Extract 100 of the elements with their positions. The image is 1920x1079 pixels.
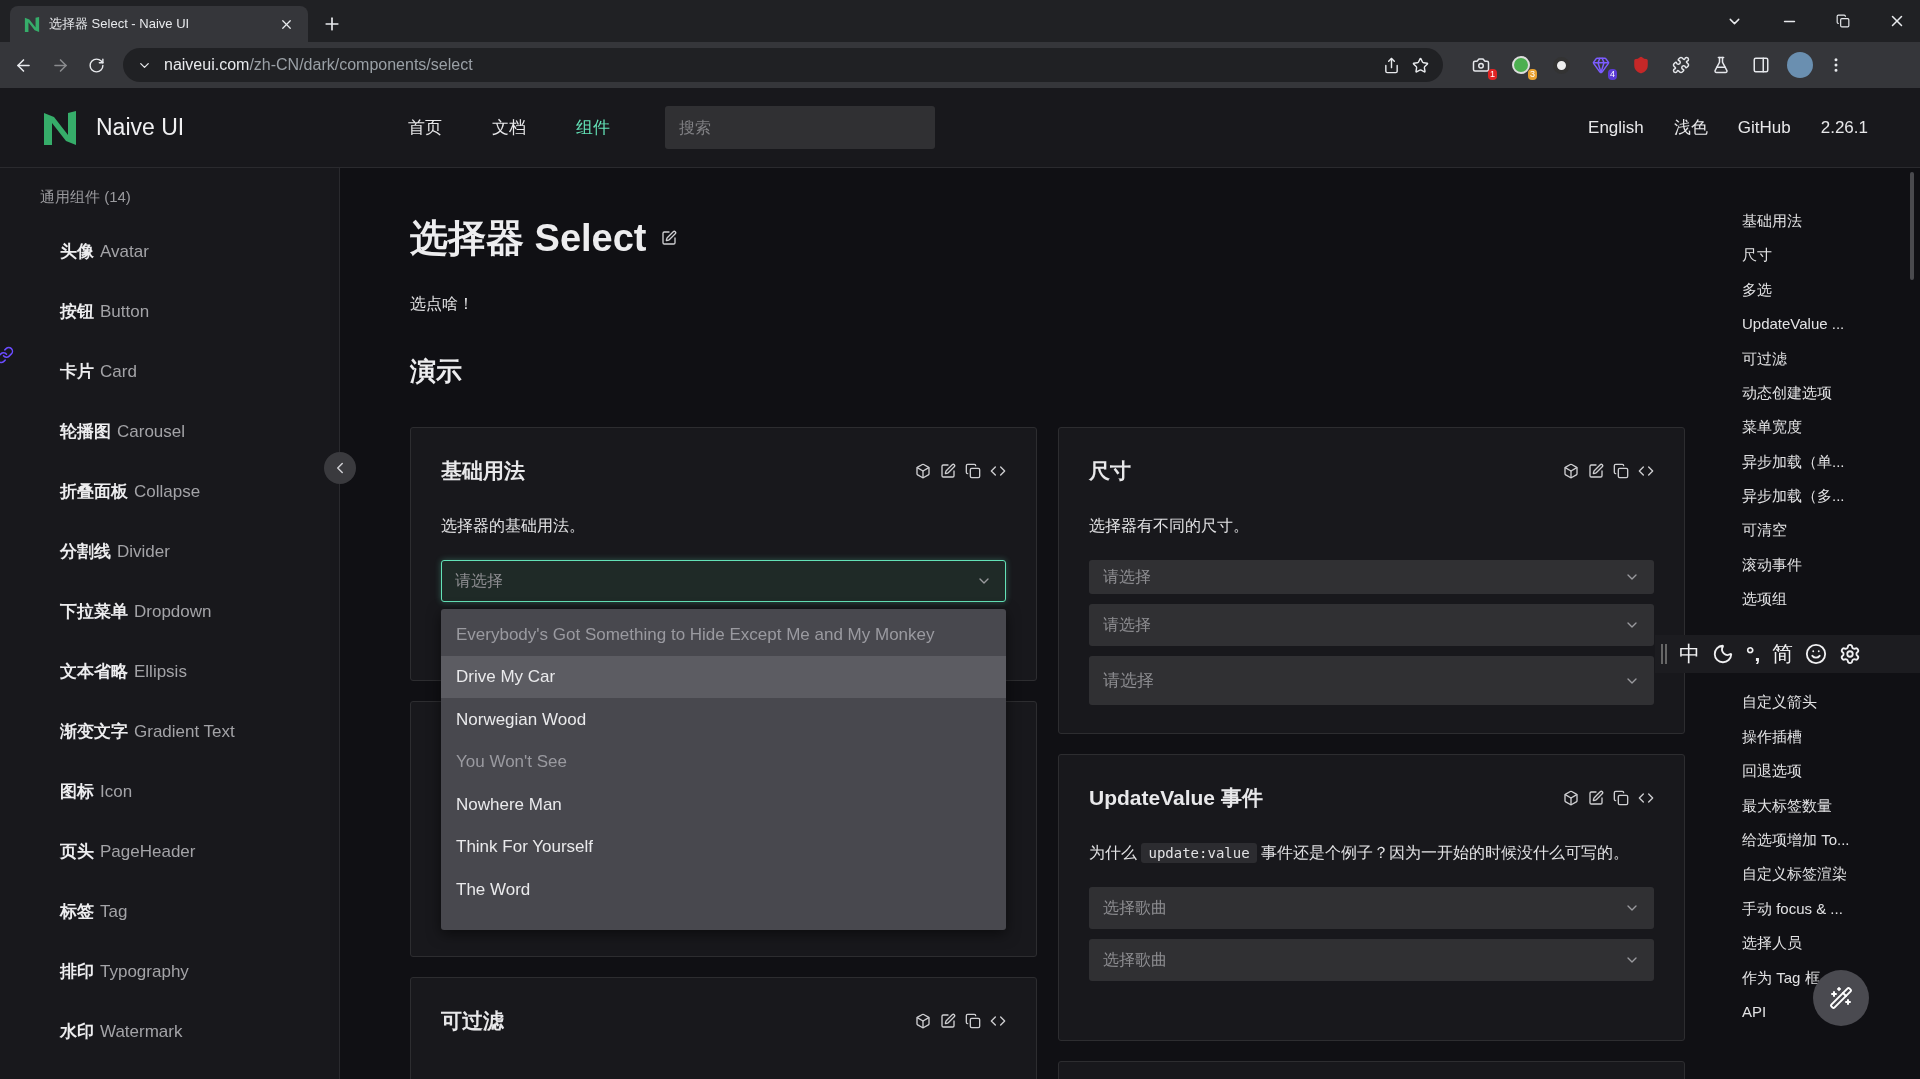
nav-link[interactable]: 组件 — [576, 114, 610, 141]
code-icon[interactable] — [1638, 790, 1654, 806]
ime-punctuation[interactable]: °, — [1746, 638, 1761, 670]
sidebar-item[interactable]: 下拉菜单 Dropdown — [0, 582, 339, 642]
toc-link[interactable]: 基础用法 — [1742, 204, 1920, 239]
camera-icon[interactable] — [1472, 56, 1490, 74]
toc-link[interactable]: 自定义标签渲染 — [1742, 857, 1920, 892]
dropdown-option[interactable]: The Word — [441, 868, 1006, 911]
profile-avatar[interactable] — [1787, 52, 1813, 78]
select-field[interactable]: 请选择 — [1089, 656, 1654, 705]
dropdown-option[interactable]: Nowhere Man — [441, 783, 1006, 826]
sidebar-item[interactable]: 轮播图 Carousel — [0, 402, 339, 462]
smiley-icon[interactable] — [1805, 643, 1828, 665]
ime-mode[interactable]: 中 — [1679, 638, 1700, 670]
toc-link[interactable]: 给选项增加 To... — [1742, 823, 1920, 858]
toc-link[interactable]: 异步加载（多... — [1742, 479, 1920, 514]
cube-icon[interactable] — [1563, 790, 1579, 806]
copy-icon[interactable] — [1613, 463, 1629, 479]
toc-link[interactable]: 作为 Tag 框 — [1742, 960, 1920, 995]
select-field[interactable]: 请选择 — [1089, 604, 1654, 646]
collapse-sidebar-button[interactable] — [324, 452, 356, 484]
toc-link[interactable]: API — [1742, 995, 1920, 1030]
toc-link[interactable]: 自定义箭头 — [1742, 685, 1920, 720]
edit-icon[interactable] — [940, 1013, 956, 1029]
code-icon[interactable] — [990, 463, 1006, 479]
header-link[interactable]: 2.26.1 — [1820, 114, 1868, 141]
toc-link[interactable]: 操作插槽 — [1742, 719, 1920, 755]
drag-handle-icon[interactable] — [1661, 644, 1667, 664]
sidebar-item[interactable]: 水印 Watermark — [0, 1002, 339, 1062]
page-intro: 选点啥！ — [410, 294, 475, 314]
copy-icon[interactable] — [965, 1013, 981, 1029]
puzzle-icon[interactable] — [1672, 56, 1690, 74]
toc-link[interactable]: 动态创建选项 — [1742, 375, 1920, 411]
sidebar-item[interactable]: 头像 Avatar — [0, 222, 339, 282]
cube-icon[interactable] — [915, 463, 931, 479]
toc-link[interactable]: 尺寸 — [1742, 238, 1920, 273]
gem-icon[interactable] — [1592, 56, 1610, 74]
restore-icon[interactable] — [1836, 14, 1850, 28]
cube-icon[interactable] — [1563, 463, 1579, 479]
star-icon[interactable] — [1412, 56, 1429, 74]
ime-script[interactable]: 简 — [1772, 638, 1794, 670]
edit-icon[interactable] — [1588, 790, 1604, 806]
toc-link[interactable]: 滚动事件 — [1742, 547, 1920, 583]
select-placeholder: 选择歌曲 — [1103, 898, 1167, 918]
link-icon[interactable] — [0, 346, 14, 364]
select-field[interactable]: 请选择 — [441, 560, 1006, 602]
copy-icon[interactable] — [965, 463, 981, 479]
moon-icon[interactable] — [1712, 643, 1734, 665]
toc-link[interactable]: 回退选项 — [1742, 754, 1920, 789]
select-placeholder: 请选择 — [455, 571, 503, 591]
sidebar-item[interactable]: 折叠面板 Collapse — [0, 462, 339, 522]
select-placeholder: 请选择 — [1103, 669, 1154, 692]
sidebar-item[interactable]: 排印 Typography — [0, 942, 339, 1002]
sidebar-item[interactable]: 分割线 Divider — [0, 522, 339, 582]
edit-icon[interactable] — [660, 230, 677, 246]
header-link[interactable]: 浅色 — [1673, 114, 1708, 141]
cube-icon[interactable] — [915, 1013, 931, 1029]
address-bar[interactable]: naiveui.com/zh-CN/dark/components/select — [123, 48, 1443, 82]
code-icon[interactable] — [1638, 463, 1654, 479]
sidebar-item[interactable]: 图标 Icon — [0, 762, 339, 822]
select-field[interactable]: 请选择 — [1089, 560, 1654, 594]
sidebar-item[interactable]: 文本省略 Ellipsis — [0, 642, 339, 702]
toc-link[interactable]: 最大标签数量 — [1742, 788, 1920, 824]
select-field[interactable]: 选择歌曲 — [1089, 939, 1654, 981]
flask-icon[interactable] — [1712, 56, 1730, 74]
select-placeholder: 请选择 — [1103, 567, 1151, 587]
toc-link[interactable]: 选项组 — [1742, 582, 1920, 617]
reload-icon[interactable] — [88, 56, 105, 74]
toc-link[interactable]: 异步加载（单... — [1742, 444, 1920, 480]
sidebar-item[interactable]: 页头 PageHeader — [0, 822, 339, 882]
nav-link[interactable]: 文档 — [492, 114, 526, 141]
settings-icon[interactable] — [1839, 643, 1862, 665]
toc-link[interactable]: 多选 — [1742, 272, 1920, 308]
sidebar-item[interactable]: 卡片 Card — [0, 342, 339, 402]
header-link[interactable]: English — [1588, 114, 1644, 141]
select-field[interactable]: 选择歌曲 — [1089, 887, 1654, 929]
sidebar-item[interactable]: 按钮 Button — [0, 282, 339, 342]
side-panel-icon[interactable] — [1752, 56, 1770, 74]
toc-link[interactable]: 手动 focus & ... — [1742, 891, 1920, 927]
share-icon[interactable] — [1383, 56, 1400, 74]
edit-icon[interactable] — [1588, 463, 1604, 479]
browser-tab[interactable]: 选择器 Select - Naive UI — [10, 6, 308, 42]
header-link[interactable]: GitHub — [1737, 114, 1791, 141]
dropdown-option[interactable]: Norwegian Wood — [441, 698, 1006, 741]
toc-link[interactable]: 可清空 — [1742, 513, 1920, 548]
edit-icon[interactable] — [940, 463, 956, 479]
dropdown-option[interactable]: Drive My Car — [441, 655, 1006, 698]
site-logo-text[interactable]: Naive UI — [96, 110, 185, 145]
scrollbar-thumb[interactable] — [1910, 172, 1914, 280]
toc-link[interactable]: UpdateValue ... — [1742, 307, 1920, 342]
dropdown-option[interactable]: Think For Yourself — [441, 825, 1006, 868]
code-icon[interactable] — [990, 1013, 1006, 1029]
sidebar-item[interactable]: 渐变文字 Gradient Text — [0, 702, 339, 762]
sidebar-item[interactable]: 标签 Tag — [0, 882, 339, 942]
section-heading: 演示 — [410, 355, 463, 384]
toc-link[interactable]: 选择人员 — [1742, 926, 1920, 961]
copy-icon[interactable] — [1613, 790, 1629, 806]
toc-link[interactable]: 菜单宽度 — [1742, 410, 1920, 445]
toc-link[interactable]: 可过滤 — [1742, 341, 1920, 376]
nav-link[interactable]: 首页 — [408, 114, 442, 141]
